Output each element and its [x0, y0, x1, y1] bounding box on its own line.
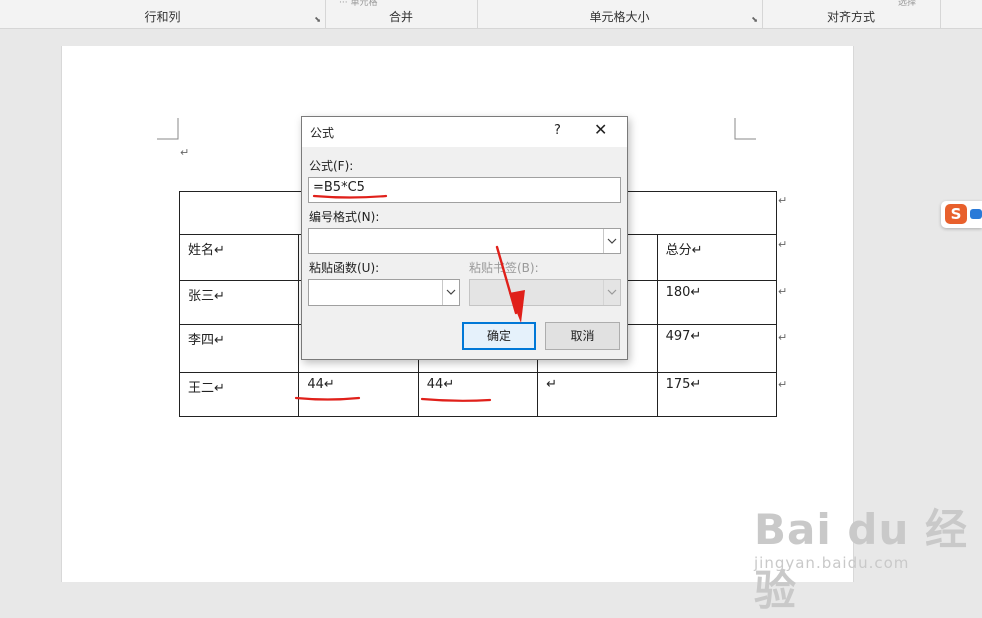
- arrow-head-icon: [509, 290, 525, 323]
- underline-annotation: [312, 194, 388, 199]
- underline-annotation: [420, 397, 492, 402]
- underline-annotation: [294, 396, 361, 401]
- annotation-overlay: [294, 194, 525, 402]
